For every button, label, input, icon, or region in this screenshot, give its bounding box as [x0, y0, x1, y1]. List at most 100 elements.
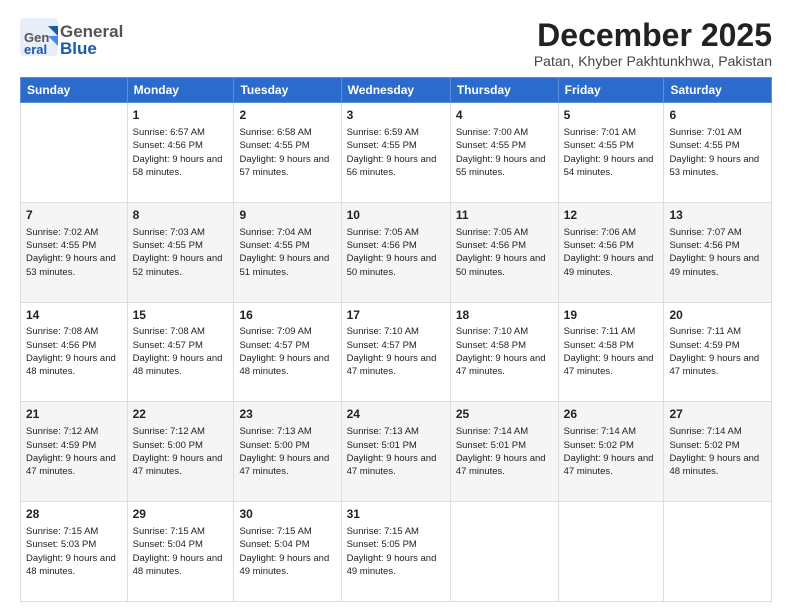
day-number: 22 — [133, 406, 229, 423]
calendar-cell: 18Sunrise: 7:10 AMSunset: 4:58 PMDayligh… — [450, 302, 558, 402]
daylight-text: Daylight: 9 hours and 58 minutes. — [133, 153, 229, 180]
daylight-text: Daylight: 9 hours and 48 minutes. — [133, 352, 229, 379]
daylight-text: Daylight: 9 hours and 47 minutes. — [239, 452, 335, 479]
calendar-table: SundayMondayTuesdayWednesdayThursdayFrid… — [20, 77, 772, 602]
day-number: 14 — [26, 307, 122, 324]
calendar-cell: 22Sunrise: 7:12 AMSunset: 5:00 PMDayligh… — [127, 402, 234, 502]
day-number: 26 — [564, 406, 659, 423]
page: Gen eral General Blue December 2025 Pata… — [0, 0, 792, 612]
sunrise-text: Sunrise: 7:14 AM — [669, 425, 766, 438]
daylight-text: Daylight: 9 hours and 51 minutes. — [239, 252, 335, 279]
daylight-text: Daylight: 9 hours and 48 minutes. — [133, 552, 229, 579]
sunset-text: Sunset: 5:04 PM — [133, 538, 229, 551]
calendar-cell: 28Sunrise: 7:15 AMSunset: 5:03 PMDayligh… — [21, 502, 128, 602]
day-number: 16 — [239, 307, 335, 324]
week-row: 14Sunrise: 7:08 AMSunset: 4:56 PMDayligh… — [21, 302, 772, 402]
daylight-text: Daylight: 9 hours and 48 minutes. — [669, 452, 766, 479]
logo-text: General Blue — [60, 23, 123, 57]
calendar-cell: 19Sunrise: 7:11 AMSunset: 4:58 PMDayligh… — [558, 302, 664, 402]
sunrise-text: Sunrise: 7:12 AM — [26, 425, 122, 438]
sunrise-text: Sunrise: 7:15 AM — [26, 525, 122, 538]
calendar-cell: 23Sunrise: 7:13 AMSunset: 5:00 PMDayligh… — [234, 402, 341, 502]
sunset-text: Sunset: 4:55 PM — [239, 139, 335, 152]
calendar-cell: 8 Sunrise: 7:03 AMSunset: 4:55 PMDaylight… — [127, 202, 234, 302]
sunrise-text: Sunrise: 7:02 AM — [26, 226, 122, 239]
sunset-text: Sunset: 4:55 PM — [133, 239, 229, 252]
sunset-text: Sunset: 5:01 PM — [347, 439, 445, 452]
weekday-header: Monday — [127, 78, 234, 103]
sunset-text: Sunset: 4:56 PM — [347, 239, 445, 252]
calendar-cell: 25Sunrise: 7:14 AMSunset: 5:01 PMDayligh… — [450, 402, 558, 502]
sunrise-text: Sunrise: 7:03 AM — [133, 226, 229, 239]
daylight-text: Daylight: 9 hours and 50 minutes. — [347, 252, 445, 279]
day-number: 21 — [26, 406, 122, 423]
daylight-text: Daylight: 9 hours and 47 minutes. — [347, 352, 445, 379]
calendar-cell: 10Sunrise: 7:05 AMSunset: 4:56 PMDayligh… — [341, 202, 450, 302]
daylight-text: Daylight: 9 hours and 49 minutes. — [564, 252, 659, 279]
weekday-header: Tuesday — [234, 78, 341, 103]
logo: Gen eral General Blue — [20, 18, 123, 61]
sunset-text: Sunset: 4:56 PM — [133, 139, 229, 152]
daylight-text: Daylight: 9 hours and 48 minutes. — [26, 552, 122, 579]
sunset-text: Sunset: 5:02 PM — [669, 439, 766, 452]
calendar-cell: 14Sunrise: 7:08 AMSunset: 4:56 PMDayligh… — [21, 302, 128, 402]
calendar-cell: 26Sunrise: 7:14 AMSunset: 5:02 PMDayligh… — [558, 402, 664, 502]
daylight-text: Daylight: 9 hours and 55 minutes. — [456, 153, 553, 180]
calendar-cell: 12Sunrise: 7:06 AMSunset: 4:56 PMDayligh… — [558, 202, 664, 302]
sunrise-text: Sunrise: 7:09 AM — [239, 325, 335, 338]
sunset-text: Sunset: 4:57 PM — [239, 339, 335, 352]
calendar-cell: 13Sunrise: 7:07 AMSunset: 4:56 PMDayligh… — [664, 202, 772, 302]
calendar-cell: 1 Sunrise: 6:57 AMSunset: 4:56 PMDaylight… — [127, 103, 234, 203]
daylight-text: Daylight: 9 hours and 50 minutes. — [456, 252, 553, 279]
daylight-text: Daylight: 9 hours and 52 minutes. — [133, 252, 229, 279]
calendar-cell: 21Sunrise: 7:12 AMSunset: 4:59 PMDayligh… — [21, 402, 128, 502]
sunrise-text: Sunrise: 7:07 AM — [669, 226, 766, 239]
sunset-text: Sunset: 5:04 PM — [239, 538, 335, 551]
day-number: 18 — [456, 307, 553, 324]
calendar-cell: 6Sunrise: 7:01 AMSunset: 4:55 PMDaylight… — [664, 103, 772, 203]
day-number: 7 — [26, 207, 122, 224]
sunrise-text: Sunrise: 7:01 AM — [564, 126, 659, 139]
weekday-header: Wednesday — [341, 78, 450, 103]
sunrise-text: Sunrise: 7:00 AM — [456, 126, 553, 139]
calendar-cell — [558, 502, 664, 602]
daylight-text: Daylight: 9 hours and 47 minutes. — [669, 352, 766, 379]
sunrise-text: Sunrise: 7:11 AM — [564, 325, 659, 338]
sunset-text: Sunset: 4:57 PM — [133, 339, 229, 352]
day-number: 1 — [133, 107, 229, 124]
daylight-text: Daylight: 9 hours and 47 minutes. — [456, 352, 553, 379]
sunrise-text: Sunrise: 7:13 AM — [239, 425, 335, 438]
sunrise-text: Sunrise: 7:15 AM — [347, 525, 445, 538]
calendar-cell: 15Sunrise: 7:08 AMSunset: 4:57 PMDayligh… — [127, 302, 234, 402]
sunrise-text: Sunrise: 6:59 AM — [347, 126, 445, 139]
day-number: 27 — [669, 406, 766, 423]
calendar-cell: 16Sunrise: 7:09 AMSunset: 4:57 PMDayligh… — [234, 302, 341, 402]
daylight-text: Daylight: 9 hours and 53 minutes. — [669, 153, 766, 180]
daylight-text: Daylight: 9 hours and 49 minutes. — [669, 252, 766, 279]
location-title: Patan, Khyber Pakhtunkhwa, Pakistan — [534, 53, 772, 69]
sunrise-text: Sunrise: 7:04 AM — [239, 226, 335, 239]
day-number: 8 — [133, 207, 229, 224]
month-title: December 2025 — [534, 18, 772, 53]
daylight-text: Daylight: 9 hours and 57 minutes. — [239, 153, 335, 180]
sunrise-text: Sunrise: 6:57 AM — [133, 126, 229, 139]
daylight-text: Daylight: 9 hours and 47 minutes. — [347, 452, 445, 479]
sunset-text: Sunset: 4:55 PM — [347, 139, 445, 152]
calendar-cell: 4Sunrise: 7:00 AMSunset: 4:55 PMDaylight… — [450, 103, 558, 203]
daylight-text: Daylight: 9 hours and 48 minutes. — [239, 352, 335, 379]
sunset-text: Sunset: 4:56 PM — [26, 339, 122, 352]
daylight-text: Daylight: 9 hours and 47 minutes. — [564, 452, 659, 479]
sunrise-text: Sunrise: 7:06 AM — [564, 226, 659, 239]
sunset-text: Sunset: 5:00 PM — [239, 439, 335, 452]
daylight-text: Daylight: 9 hours and 48 minutes. — [26, 352, 122, 379]
sunset-text: Sunset: 4:55 PM — [456, 139, 553, 152]
week-row: 1Sunrise: 6:57 AMSunset: 4:56 PMDaylight… — [21, 103, 772, 203]
sunrise-text: Sunrise: 7:05 AM — [347, 226, 445, 239]
daylight-text: Daylight: 9 hours and 47 minutes. — [133, 452, 229, 479]
day-number: 31 — [347, 506, 445, 523]
calendar-cell: 30Sunrise: 7:15 AMSunset: 5:04 PMDayligh… — [234, 502, 341, 602]
logo-blue: Blue — [60, 40, 123, 57]
header-row: SundayMondayTuesdayWednesdayThursdayFrid… — [21, 78, 772, 103]
sunset-text: Sunset: 4:55 PM — [239, 239, 335, 252]
daylight-text: Daylight: 9 hours and 47 minutes. — [26, 452, 122, 479]
